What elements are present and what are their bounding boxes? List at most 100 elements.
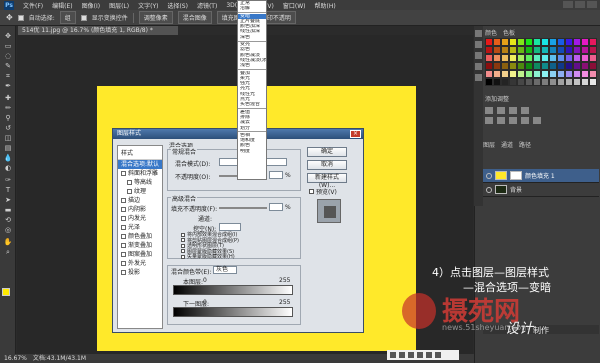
swatch[interactable]: [565, 62, 573, 70]
healing-tool-icon[interactable]: ✚: [3, 94, 13, 102]
pen-tool-icon[interactable]: ✑: [3, 176, 13, 184]
swatch[interactable]: [517, 46, 525, 54]
advanced-option-checkbox[interactable]: [181, 232, 185, 237]
hue-icon[interactable]: [497, 117, 505, 124]
shape-tool-icon[interactable]: ▬: [3, 206, 13, 214]
style-item[interactable]: 图案叠加: [118, 250, 162, 259]
swatch[interactable]: [509, 54, 517, 62]
blend-if-select[interactable]: 灰色: [213, 266, 237, 274]
dialog-close-button[interactable]: ×: [350, 130, 361, 138]
character-panel-icon[interactable]: [475, 63, 482, 70]
visibility-eye-icon[interactable]: [486, 172, 492, 179]
swatch[interactable]: [573, 38, 581, 46]
tab-color[interactable]: 颜色: [485, 28, 497, 37]
option-button-2[interactable]: 混合图像: [177, 11, 212, 24]
swatch[interactable]: [549, 46, 557, 54]
photo-filter-icon[interactable]: [533, 117, 541, 124]
blend-mode-option[interactable]: 明度: [238, 149, 266, 154]
swatch[interactable]: [549, 70, 557, 78]
swatch[interactable]: [581, 54, 589, 62]
swatch[interactable]: [525, 70, 533, 78]
swatch[interactable]: [541, 38, 549, 46]
swatch[interactable]: [589, 46, 597, 54]
type-tool-icon[interactable]: T: [3, 186, 13, 194]
brush-tool-icon[interactable]: ✏: [3, 104, 13, 112]
tray-icon[interactable]: [417, 352, 423, 358]
menu-edit[interactable]: 编辑(E): [52, 1, 72, 10]
tab-layers[interactable]: 图层: [483, 140, 495, 149]
swatch[interactable]: [589, 38, 597, 46]
swatch[interactable]: [589, 78, 597, 86]
tray-icon[interactable]: [399, 352, 405, 358]
swatch[interactable]: [549, 78, 557, 86]
style-checkbox[interactable]: [121, 225, 126, 230]
layer-row[interactable]: 颜色填充 1: [483, 169, 599, 183]
swatch[interactable]: [541, 46, 549, 54]
swatch[interactable]: [501, 78, 509, 86]
actions-panel-icon[interactable]: [475, 41, 482, 48]
style-checkbox[interactable]: [121, 207, 126, 212]
style-checkbox[interactable]: [121, 261, 126, 266]
stamp-tool-icon[interactable]: ⚲: [3, 114, 13, 122]
swatch[interactable]: [493, 38, 501, 46]
advanced-option-checkbox[interactable]: [181, 254, 185, 259]
swatch[interactable]: [493, 62, 501, 70]
zoom-level[interactable]: 16.67%: [4, 354, 27, 363]
levels-icon[interactable]: [497, 107, 505, 114]
swatch[interactable]: [509, 62, 517, 70]
swatch[interactable]: [557, 62, 565, 70]
menu-layer[interactable]: 图层(L): [109, 1, 129, 10]
history-brush-icon[interactable]: ↺: [3, 124, 13, 132]
swatch[interactable]: [501, 38, 509, 46]
visibility-eye-icon[interactable]: [486, 186, 492, 193]
blend-mode-option[interactable]: 实色混合: [238, 102, 266, 107]
show-transform-checkbox[interactable]: [80, 14, 87, 21]
style-item[interactable]: 混合选项:默认: [118, 160, 162, 169]
swatch[interactable]: [573, 70, 581, 78]
paragraph-panel-icon[interactable]: [475, 74, 482, 81]
swatch[interactable]: [533, 46, 541, 54]
swatch[interactable]: [525, 38, 533, 46]
preview-checkbox[interactable]: [309, 189, 314, 194]
target-select[interactable]: 组: [59, 11, 76, 24]
swatch[interactable]: [557, 46, 565, 54]
swatch[interactable]: [533, 78, 541, 86]
swatch[interactable]: [573, 62, 581, 70]
move-tool-icon[interactable]: ✥: [3, 32, 13, 40]
quick-select-tool-icon[interactable]: ✎: [3, 62, 13, 70]
3d-tool-icon[interactable]: ⟲: [3, 216, 13, 224]
brightness-icon[interactable]: [485, 107, 493, 114]
swatch[interactable]: [493, 54, 501, 62]
swatch[interactable]: [573, 78, 581, 86]
swatch[interactable]: [565, 54, 573, 62]
tray-icon[interactable]: [390, 352, 396, 358]
swatch[interactable]: [517, 38, 525, 46]
swatch[interactable]: [509, 78, 517, 86]
style-item[interactable]: 内发光: [118, 214, 162, 223]
tab-channels[interactable]: 通道: [501, 140, 513, 149]
style-item[interactable]: 斜面和浮雕: [118, 169, 162, 178]
maximize-button[interactable]: [575, 1, 585, 8]
swatch[interactable]: [541, 62, 549, 70]
fill-opacity-slider[interactable]: [219, 207, 267, 209]
dodge-tool-icon[interactable]: ◐: [3, 164, 13, 172]
hand-tool-icon[interactable]: ✋: [3, 238, 13, 246]
advanced-option-checkbox[interactable]: [181, 238, 185, 243]
3d-camera-tool-icon[interactable]: ◎: [3, 226, 13, 234]
swatch[interactable]: [517, 62, 525, 70]
style-checkbox[interactable]: [121, 216, 126, 221]
swatch[interactable]: [493, 78, 501, 86]
layer-row[interactable]: 背景: [483, 183, 599, 197]
swatch[interactable]: [541, 70, 549, 78]
swatch[interactable]: [565, 78, 573, 86]
option-button-1[interactable]: 调整像素: [138, 11, 173, 24]
swatch[interactable]: [581, 38, 589, 46]
tray-icon[interactable]: [426, 352, 432, 358]
swatch[interactable]: [541, 54, 549, 62]
menu-filter[interactable]: 滤镜(T): [197, 1, 217, 10]
auto-select-checkbox[interactable]: [17, 14, 24, 21]
style-item[interactable]: 内阴影: [118, 205, 162, 214]
style-item[interactable]: 描边: [118, 196, 162, 205]
swatch[interactable]: [525, 46, 533, 54]
style-item[interactable]: 光泽: [118, 223, 162, 232]
